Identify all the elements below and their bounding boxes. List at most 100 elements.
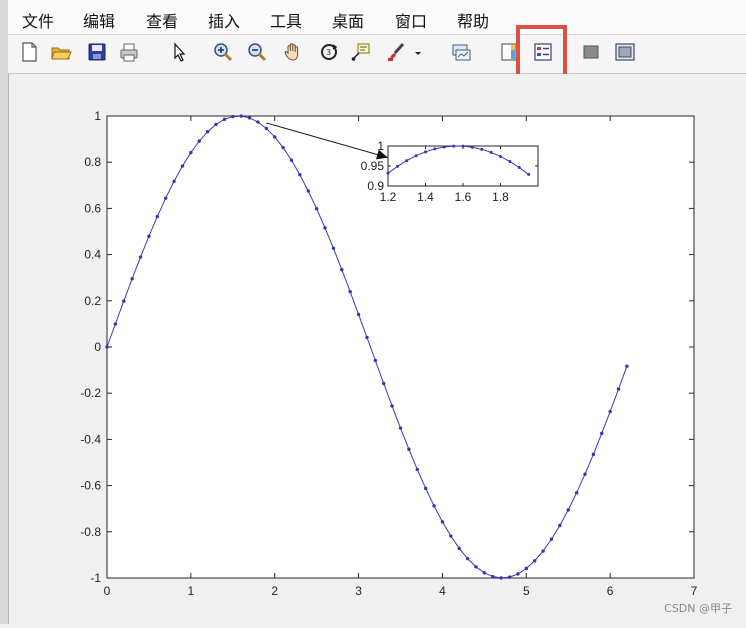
show-plot-tools-icon — [615, 43, 635, 61]
hide-plot-tools-icon — [583, 45, 599, 59]
x-tick-label: 6 — [607, 584, 614, 598]
data-point-marker — [449, 534, 453, 538]
data-point-marker — [516, 572, 520, 576]
data-point-marker — [424, 150, 427, 154]
y-tick-label: -0.6 — [80, 479, 101, 493]
menu-tools[interactable]: 工具 — [270, 8, 302, 32]
pan-button[interactable] — [280, 39, 306, 65]
data-point-marker — [105, 345, 109, 349]
data-point-marker — [365, 335, 369, 340]
y-tick-label: 1 — [94, 109, 101, 123]
data-point-marker — [172, 179, 176, 183]
data-point-marker — [524, 566, 528, 571]
data-point-marker — [214, 122, 218, 127]
left-window-edge — [0, 0, 9, 624]
show-plot-tools-button[interactable] — [612, 39, 638, 65]
menu-view[interactable]: 查看 — [146, 8, 178, 32]
data-point-marker — [281, 145, 285, 150]
pan-hand-icon — [284, 43, 299, 61]
data-point-marker — [314, 207, 319, 211]
x-tick-label: 5 — [523, 584, 530, 598]
data-point-marker — [499, 576, 503, 580]
data-point-marker — [591, 452, 596, 457]
save-figure-icon — [88, 43, 106, 61]
y-tick-label: -0.2 — [80, 386, 101, 400]
brush-dropdown-button[interactable] — [412, 39, 424, 65]
save-figure-button[interactable] — [84, 39, 110, 65]
hide-plot-tools-button[interactable] — [578, 39, 604, 65]
edit-plot-button[interactable] — [166, 39, 192, 65]
data-point-marker — [574, 491, 579, 495]
menu-help[interactable]: 帮助 — [457, 8, 489, 32]
data-point-marker — [373, 358, 378, 363]
x-tick-label: 1.8 — [492, 190, 509, 204]
x-tick-label: 1.4 — [417, 190, 434, 204]
menu-window[interactable]: 窗口 — [395, 8, 427, 32]
y-tick-label: 0.2 — [84, 294, 101, 308]
y-tick-label: 0.8 — [84, 155, 101, 169]
svg-text:3: 3 — [326, 48, 331, 57]
link-plot-button[interactable] — [448, 39, 474, 65]
open-file-button[interactable] — [48, 39, 74, 65]
data-point-marker — [180, 164, 185, 168]
x-tick-label: 1 — [188, 584, 195, 598]
x-tick-label: 0 — [104, 584, 111, 598]
y-tick-label: 0.95 — [361, 159, 385, 173]
data-point-marker — [415, 467, 419, 472]
brush-dropdown-icon — [415, 52, 421, 55]
data-point-marker — [231, 114, 235, 119]
data-point-marker — [398, 426, 403, 430]
y-tick-label: 0 — [94, 340, 101, 354]
y-tick-label: 0.4 — [84, 248, 101, 262]
new-figure-icon — [22, 42, 37, 62]
data-point-marker — [499, 154, 502, 158]
data-point-marker — [583, 472, 587, 476]
data-point-marker — [566, 508, 570, 512]
print-figure-button[interactable] — [116, 39, 142, 65]
data-point-marker — [532, 559, 537, 563]
data-point-marker — [382, 381, 386, 386]
data-point-marker — [264, 126, 269, 131]
figure-toolbar: 3 — [8, 35, 746, 74]
data-point-marker — [600, 431, 604, 436]
x-tick-label: 1.6 — [455, 190, 472, 204]
new-figure-button[interactable] — [16, 39, 42, 65]
data-point-marker — [407, 447, 411, 451]
data-point-marker — [433, 147, 437, 151]
data-point-marker — [356, 312, 361, 317]
brush-button[interactable] — [384, 39, 410, 65]
data-point-marker — [239, 114, 243, 118]
data-point-marker — [298, 173, 302, 177]
data-point-marker — [625, 364, 629, 368]
zoom-in-button[interactable] — [210, 39, 236, 65]
y-tick-label: 0.9 — [367, 179, 384, 193]
data-point-marker — [491, 574, 495, 579]
menu-bar: 文件 编辑 查看 插入 工具 桌面 窗口 帮助 — [8, 0, 746, 35]
data-point-marker — [465, 556, 470, 561]
data-point-marker — [541, 549, 545, 553]
menu-insert[interactable]: 插入 — [208, 8, 240, 32]
figure-canvas: 0 1 2 3 4 5 6 7 -1 -0.8 -0.6 -0.4 -0.2 0 0.2 0.4 0.6 0.8… — [9, 74, 746, 624]
menu-desktop[interactable]: 桌面 — [332, 8, 364, 32]
data-point-marker — [147, 234, 151, 238]
data-point-marker — [340, 267, 344, 272]
menu-file[interactable]: 文件 — [22, 8, 54, 32]
data-point-marker — [549, 537, 554, 541]
rotate-3d-button[interactable]: 3 — [316, 39, 342, 65]
data-point-marker — [482, 571, 487, 575]
data-point-marker — [273, 135, 277, 139]
zoom-out-button[interactable] — [244, 39, 270, 65]
brush-icon — [388, 43, 405, 61]
data-point-marker — [440, 520, 445, 524]
link-plot-icon — [452, 44, 471, 61]
data-point-marker — [474, 565, 478, 569]
data-point-marker — [348, 290, 352, 294]
rotate-3d-icon: 3 — [321, 44, 338, 60]
menu-edit[interactable]: 编辑 — [83, 8, 115, 32]
data-point-marker — [414, 154, 418, 158]
y-tick-label: 1 — [377, 139, 384, 153]
x-tick-label: 4 — [439, 584, 446, 598]
data-point-marker — [306, 189, 310, 193]
data-cursor-icon — [351, 43, 370, 61]
data-cursor-button[interactable] — [348, 39, 374, 65]
